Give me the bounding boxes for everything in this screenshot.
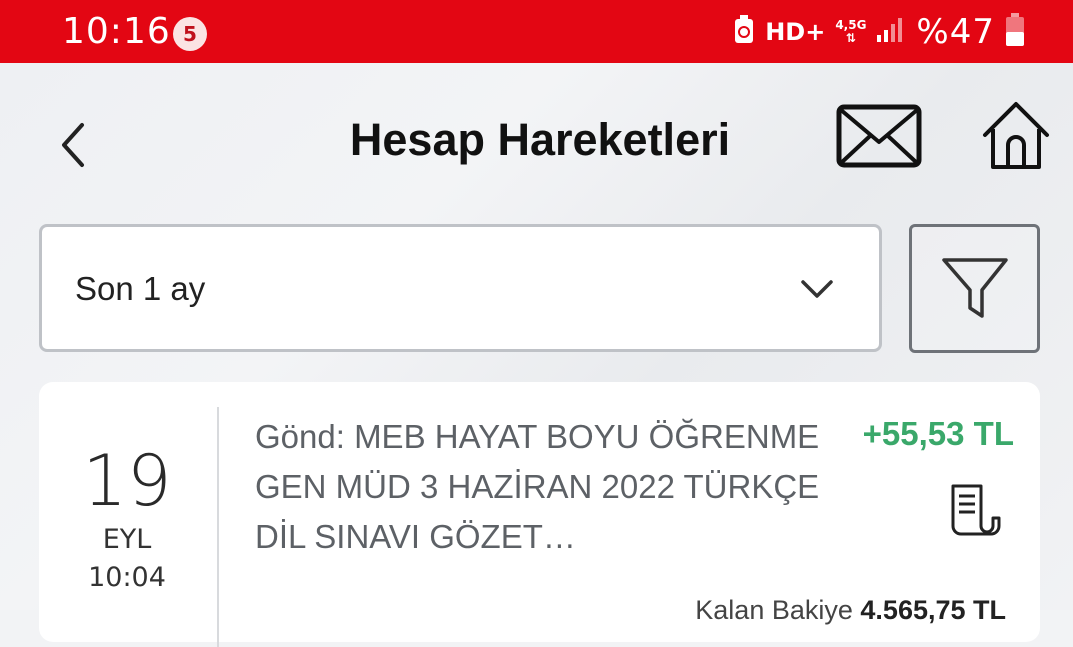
transaction-balance: Kalan Bakiye 4.565,75 TL — [695, 595, 1006, 626]
hd-voice-indicator: HD+ — [765, 18, 826, 46]
period-dropdown-value: Son 1 ay — [75, 270, 206, 307]
home-button[interactable] — [981, 99, 1051, 171]
filter-icon — [942, 258, 1008, 318]
transaction-time: 10:04 — [88, 562, 166, 593]
transaction-month: EYL — [102, 524, 152, 555]
network-type-indicator: 4,5G ⇅ — [835, 19, 866, 45]
transaction-description: Gönd: MEB HAYAT BOYU ÖĞRENME GEN MÜD 3 H… — [255, 418, 820, 555]
battery-saver-icon — [733, 15, 755, 49]
battery-percentage: %47 — [916, 12, 995, 52]
status-time: 10:16 — [62, 11, 171, 52]
data-arrows-icon: ⇅ — [845, 31, 856, 45]
status-bar: 10:16 5 HD+ 4,5G ⇅ %47 — [0, 0, 1073, 63]
receipt-button[interactable] — [947, 482, 1003, 536]
transaction-amount: +55,53 TL — [862, 415, 1014, 452]
notification-count-badge: 5 — [173, 17, 207, 51]
transaction-card[interactable]: 19 EYL 10:04 Gönd: MEB HAYAT BOYU ÖĞRENM… — [39, 382, 1040, 647]
home-icon — [983, 102, 1049, 169]
transaction-day: 19 — [82, 440, 172, 522]
app-header: Hesap Hareketleri — [0, 63, 1073, 213]
divider — [217, 407, 219, 647]
transaction-date: 19 EYL 10:04 — [79, 442, 175, 594]
network-type-label: 4,5G — [835, 18, 867, 32]
signal-strength-icon — [876, 17, 906, 47]
chevron-down-icon — [801, 280, 833, 298]
battery-icon — [1005, 13, 1025, 51]
status-indicators: HD+ 4,5G ⇅ %47 — [733, 12, 1025, 52]
messages-button[interactable] — [836, 104, 922, 168]
receipt-icon — [951, 484, 1001, 536]
balance-label: Kalan Bakiye — [695, 595, 853, 625]
balance-value: 4.565,75 TL — [860, 595, 1006, 625]
mail-icon — [836, 104, 922, 168]
filter-button[interactable] — [909, 224, 1040, 353]
period-dropdown[interactable]: Son 1 ay — [39, 224, 882, 352]
